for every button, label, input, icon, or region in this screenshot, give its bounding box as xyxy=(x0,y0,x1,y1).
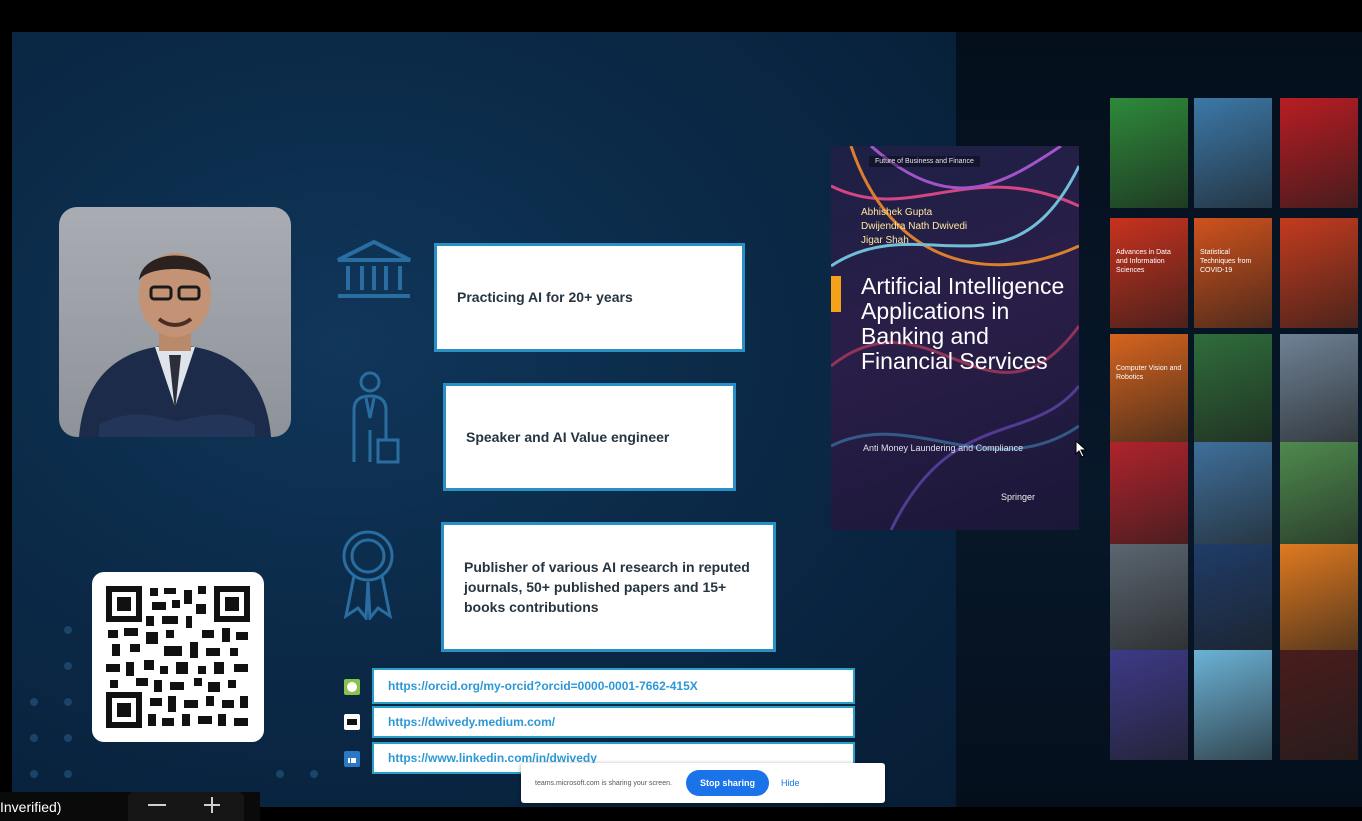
share-message: teams.microsoft.com is sharing your scre… xyxy=(535,779,672,787)
stop-sharing-button[interactable]: Stop sharing xyxy=(685,770,769,796)
participant-label: Inverified) xyxy=(0,799,62,815)
book-authors: Abhishek Gupta Dwijendra Nath Dwivedi Ji… xyxy=(861,206,967,248)
book-series: Future of Business and Finance xyxy=(869,156,980,167)
qr-code-icon xyxy=(106,586,250,728)
book-title: Artificial Intelligence Applications in … xyxy=(861,273,1065,374)
mini-book-cover xyxy=(1110,442,1188,552)
zoom-controls xyxy=(128,792,244,821)
decor-dot xyxy=(64,734,72,742)
mini-book-title: Advances in Data and Information Science… xyxy=(1116,249,1171,274)
medium-link[interactable]: https://dwivedy.medium.com/ xyxy=(372,706,855,738)
decor-dot xyxy=(64,662,72,670)
book-subtitle: Anti Money Laundering and Compliance xyxy=(863,443,1024,453)
award-ribbon-icon xyxy=(342,530,394,620)
orcid-icon xyxy=(344,679,360,695)
mini-book-title: Statistical Techniques from COVID-19 xyxy=(1200,249,1252,274)
mini-book-cover xyxy=(1280,218,1358,328)
decor-dot xyxy=(64,626,72,634)
mini-book-cover xyxy=(1280,98,1358,208)
mini-book-cover: Computer Vision and Robotics xyxy=(1110,334,1188,444)
info-box-text: Practicing AI for 20+ years xyxy=(457,289,633,306)
book-author: Jigar Shah xyxy=(861,235,909,246)
screen-share-view: Practicing AI for 20+ years Speaker and … xyxy=(0,0,1362,821)
mini-book-cover xyxy=(1110,650,1188,760)
book-author: Abhishek Gupta xyxy=(861,207,933,218)
decor-dot xyxy=(30,698,38,706)
zoom-out-button[interactable] xyxy=(148,804,166,806)
linkedin-icon xyxy=(344,751,360,767)
book-author: Dwijendra Nath Dwivedi xyxy=(861,221,968,232)
qr-code xyxy=(92,572,264,742)
decor-dot xyxy=(64,698,72,706)
mini-book-cover xyxy=(1194,442,1272,552)
mini-book-cover xyxy=(1280,334,1358,444)
medium-icon xyxy=(344,714,360,730)
info-box-experience: Practicing AI for 20+ years xyxy=(434,243,745,352)
plus-icon xyxy=(211,797,213,813)
mouse-cursor-icon xyxy=(1075,440,1087,458)
hide-button[interactable]: Hide xyxy=(781,778,800,788)
link-text[interactable]: https://orcid.org/my-orcid?orcid=0000-00… xyxy=(388,679,698,693)
orcid-link[interactable]: https://orcid.org/my-orcid?orcid=0000-00… xyxy=(372,668,855,704)
decor-dot xyxy=(64,770,72,778)
mini-book-cover xyxy=(1280,650,1358,760)
book-publisher: Springer xyxy=(1001,492,1036,502)
mini-book-cover: Advances in Data and Information Science… xyxy=(1110,218,1188,328)
decor-dot xyxy=(30,734,38,742)
mini-book-cover: Statistical Techniques from COVID-19 xyxy=(1194,218,1272,328)
book-cover: Future of Business and Finance Abhishek … xyxy=(831,146,1079,530)
bottom-bar: Inverified) xyxy=(0,792,260,821)
decor-dot xyxy=(30,770,38,778)
bank-icon xyxy=(337,239,411,298)
info-box-publications: Publisher of various AI research in repu… xyxy=(441,522,776,652)
profile-photo xyxy=(59,207,291,437)
mini-book-cover xyxy=(1194,98,1272,208)
mini-book-title: Computer Vision and Robotics xyxy=(1116,365,1182,381)
decor-dot xyxy=(310,770,318,778)
mini-book-cover xyxy=(1110,98,1188,208)
screen-share-bar: teams.microsoft.com is sharing your scre… xyxy=(521,763,885,803)
link-text[interactable]: https://dwivedy.medium.com/ xyxy=(388,715,555,729)
book-accent-bar xyxy=(831,276,841,312)
mini-book-cover xyxy=(1110,544,1188,654)
decor-dot xyxy=(276,770,284,778)
mini-book-cover xyxy=(1194,544,1272,654)
mini-book-cover xyxy=(1280,442,1358,552)
mini-book-cover xyxy=(1280,544,1358,654)
mini-book-cover xyxy=(1194,334,1272,444)
info-box-speaker: Speaker and AI Value engineer xyxy=(443,383,736,491)
mini-book-cover xyxy=(1194,650,1272,760)
speaker-person-icon xyxy=(352,371,400,464)
info-box-text: Speaker and AI Value engineer xyxy=(466,428,670,445)
info-box-text: Publisher of various AI research in repu… xyxy=(464,558,750,616)
